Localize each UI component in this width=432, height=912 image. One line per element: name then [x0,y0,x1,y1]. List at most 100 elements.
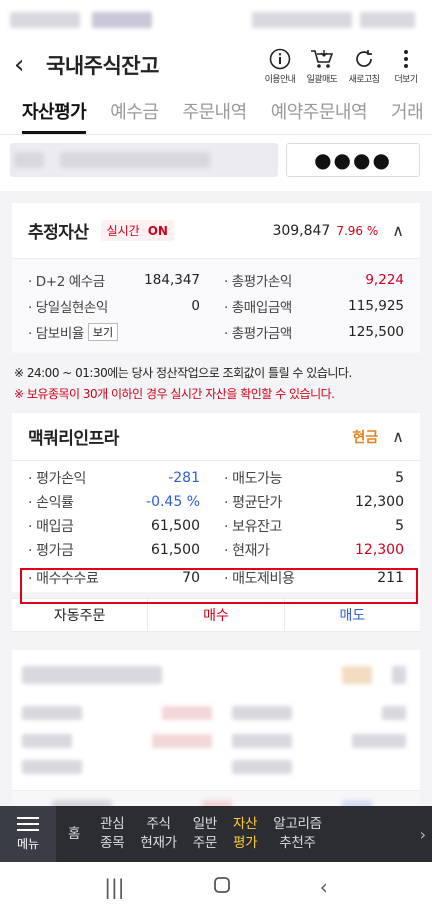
row-label: · 매입금 [28,518,74,535]
account-type-badge: 현금 [352,429,379,446]
row-value: 61,500 [151,541,200,558]
row-label: · 총매입금액 [224,300,292,316]
refresh-label: 새로고침 [348,74,380,85]
current-price-row: · 현재가 12,300 [216,541,404,559]
refresh-button[interactable]: 새로고침 [346,46,382,85]
row-label: · 담보비율 [28,326,84,342]
nav-stock-price[interactable]: 주식 현재가 [132,815,184,853]
realtime-toggle[interactable]: 실시간 ON [100,220,174,241]
stock-card: 맥쿼리인프라 현금 ∧ · 평가손익 -281 · 매도가능 5 · 손익률 -0.4… [12,413,420,592]
row-label: · 평가손익 [28,470,87,487]
row-value: 184,347 [144,272,200,288]
estimated-asset-rate: 7.96 % [336,223,379,238]
stock-name: 맥쿼리인프라 [28,429,119,449]
hamburger-icon [17,816,39,831]
row-value: 5 [395,517,404,534]
row-value: 5 [395,469,404,486]
more-icon [403,46,409,72]
tab-transactions[interactable]: 거래 [391,98,424,134]
system-nav-bar: ||| ‹ [0,862,432,912]
estimated-asset-grid: · D+2 예수금 184,347 · 총평가손익 9,224 · 당일실현손익 0 … [12,259,420,353]
holding-qty-row: · 보유잔고 5 [216,517,404,535]
eval-pl-row: · 평가손익 -281 [28,469,216,487]
info-button[interactable]: 이용안내 [262,46,298,85]
total-purchase-row: · 총매입금액 115,925 [216,297,404,316]
row-label: · 현재가 [224,542,270,559]
sellable-row: · 매도가능 5 [216,469,404,487]
chevron-up-icon[interactable]: ∧ [392,427,404,446]
app-bar: ‹ 국내주식잔고 이용안내 일괄매도 새로고침 더보기 [0,40,432,90]
view-collateral-button[interactable]: 보기 [87,323,119,341]
tab-deposit[interactable]: 예수금 [110,98,159,134]
estimated-asset-title: 추정자산 [28,223,89,243]
notice-line-1: ※ 24:00 ~ 01:30에는 당사 정산작업으로 조회값이 틀릴 수 있습… [14,366,352,380]
row-label: · 매도가능 [224,470,283,487]
row-value: 115,925 [348,298,404,314]
tab-orders[interactable]: 주문내역 [182,98,247,134]
tab-reserved-orders[interactable]: 예약주문내역 [271,98,368,134]
row-label: · 총평가손익 [224,274,292,290]
row-value: -281 [168,469,200,486]
chevron-right-icon[interactable]: › [420,825,432,844]
back-icon[interactable]: ‹ [320,875,328,899]
cart-sell-icon [310,46,334,72]
pl-rate-row: · 손익률 -0.45 % [28,493,216,511]
estimated-asset-amount: 309,847 [272,222,331,239]
back-arrow-icon[interactable]: ‹ [14,50,42,80]
row-value: 61,500 [151,517,200,534]
notice-line-2: ※ 보유종목이 30개 이하인 경우 실시간 자산을 확인할 수 있습니다. [14,387,335,401]
total-eval-amount-row: · 총평가금액 125,500 [216,323,404,342]
collateral-ratio-row: · 담보비율 보기 [28,323,216,342]
nav-home[interactable]: 홈 [56,825,92,844]
refresh-icon [353,46,375,72]
blurred-stock-card [12,650,420,790]
highlight-box [20,568,418,604]
nav-asset-eval[interactable]: 자산 평가 [225,815,265,853]
account-select[interactable] [10,143,278,177]
row-label: · 손익률 [28,494,74,511]
home-icon[interactable] [213,875,231,899]
row-value: 12,300 [355,541,404,558]
bulk-sell-button[interactable]: 일괄매도 [304,46,340,85]
realized-pl-row: · 당일실현손익 0 [28,297,216,316]
row-value: 12,300 [355,493,404,510]
more-label: 더보기 [394,74,418,85]
row-label: · 평가금 [28,542,74,559]
purchase-amount-row: · 매입금 61,500 [28,517,216,535]
row-label: · 당일실현손익 [28,300,108,316]
d2-deposit-row: · D+2 예수금 184,347 [28,271,216,290]
notice: ※ 24:00 ~ 01:30에는 당사 정산작업으로 조회값이 틀릴 수 있습… [0,353,432,413]
info-icon [269,46,291,72]
menu-button[interactable]: 메뉴 [0,806,56,862]
row-value: 125,500 [348,324,404,340]
page-title: 국내주식잔고 [46,54,159,78]
estimated-asset-header[interactable]: 추정자산 실시간 ON 309,847 7.96 % ∧ [12,203,420,259]
bulk-sell-label: 일괄매도 [306,74,338,85]
more-button[interactable]: 더보기 [388,46,424,85]
avg-price-row: · 평균단가 12,300 [216,493,404,511]
nav-algorithm[interactable]: 알고리즘 추천주 [265,815,329,853]
nav-watchlist[interactable]: 관심 종목 [92,815,132,853]
eval-amount-row: · 평가금 61,500 [28,541,216,559]
row-label: · 총평가금액 [224,326,292,342]
stock-header[interactable]: 맥쿼리인프라 현금 ∧ [12,413,420,461]
row-label: · 보유잔고 [224,518,283,535]
status-bar [0,0,432,40]
nav-general-order[interactable]: 일반 주문 [185,815,225,853]
bottom-nav: 메뉴 홈 관심 종목 주식 현재가 일반 주문 자산 평가 알고리즘 추천주 › [0,806,432,862]
account-bar: ●●●● [0,135,432,191]
total-eval-pl-row: · 총평가손익 9,224 [216,271,404,290]
info-label: 이용안내 [264,74,296,85]
row-label: · 평균단가 [224,494,283,511]
row-value: -0.45 % [146,493,200,510]
row-value: 0 [191,298,200,314]
recent-apps-icon[interactable]: ||| [104,875,124,899]
menu-label: 메뉴 [16,836,40,851]
chevron-up-icon[interactable]: ∧ [392,221,404,240]
row-label: · D+2 예수금 [28,274,105,290]
estimated-asset-card: 추정자산 실시간 ON 309,847 7.96 % ∧ · D+2 예수금 18… [12,203,420,353]
tab-bar: 자산평가 예수금 주문내역 예약주문내역 거래 [0,90,432,135]
password-field[interactable]: ●●●● [286,143,420,177]
realtime-state: ON [147,223,168,238]
tab-asset-eval[interactable]: 자산평가 [22,98,87,134]
